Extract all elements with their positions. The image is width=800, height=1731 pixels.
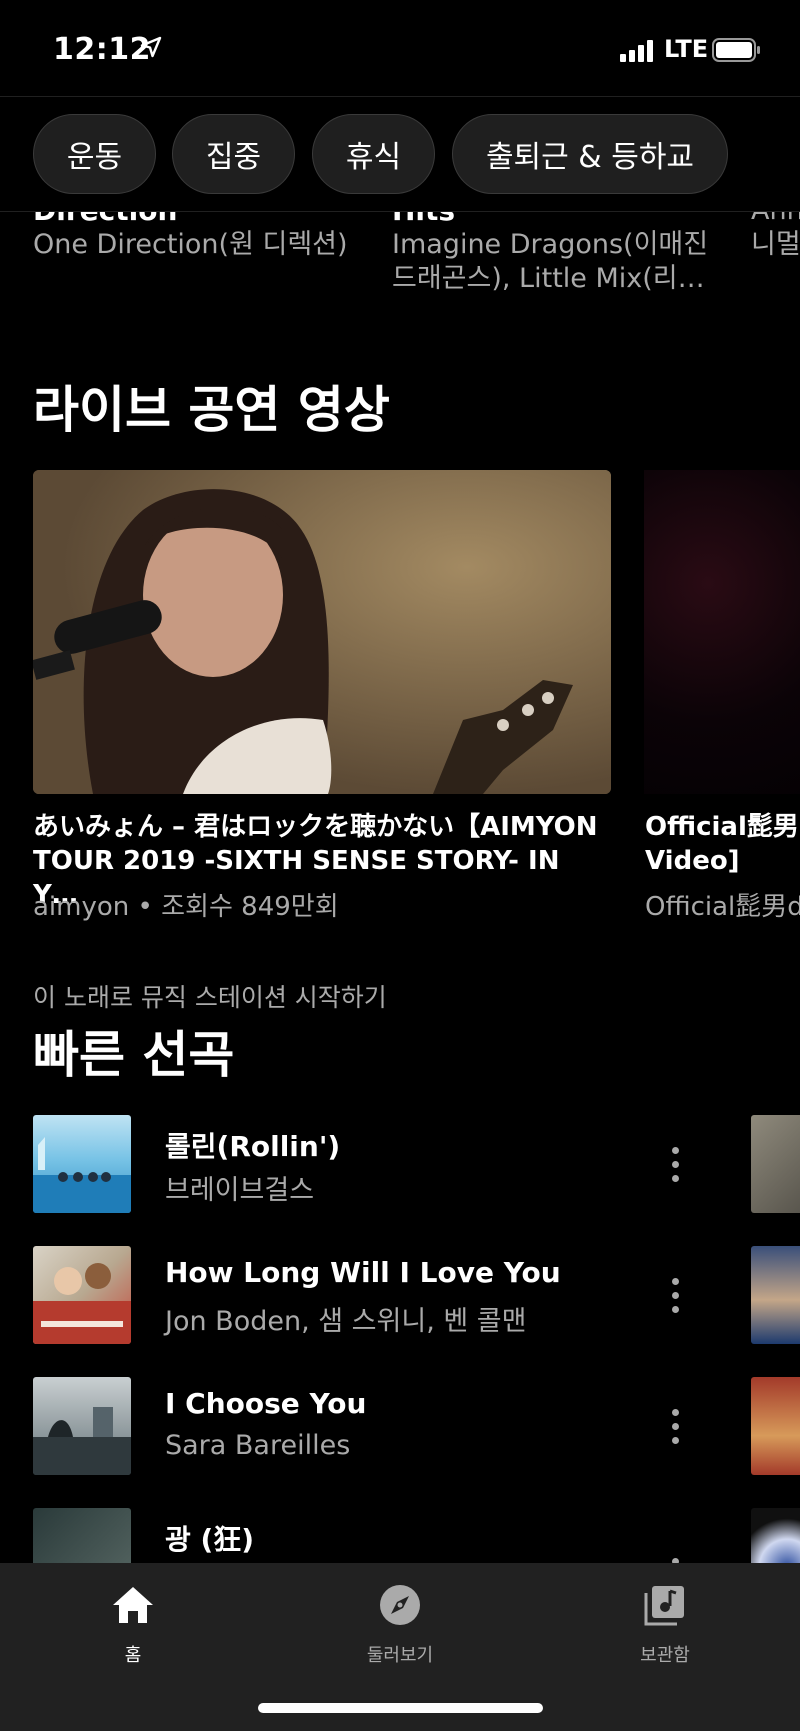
separator-dot: • — [137, 892, 162, 922]
performer-image — [33, 470, 611, 794]
chip-relax[interactable]: 휴식 — [312, 114, 435, 194]
chip-commute[interactable]: 출퇴근 & 등하교 — [452, 114, 728, 194]
album-art-image — [33, 1407, 131, 1475]
more-options-icon[interactable] — [660, 1135, 690, 1195]
section-subtitle: 이 노래로 뮤직 스테이션 시작하기 — [33, 983, 387, 1012]
card-subtitle: One Direction(원 디렉션) — [33, 229, 348, 260]
section-title-quick-picks: 빠른 선곡 — [33, 1026, 235, 1084]
song-artist: 브레이브걸스 — [165, 1175, 315, 1206]
video-title-line: あいみょん – 君はロックを聴かない【AIMYON — [33, 812, 598, 842]
video-title-line: Official髭男 — [645, 812, 799, 842]
song-row[interactable]: I Choose You Sara Bareilles — [0, 1377, 800, 1477]
more-options-icon[interactable] — [660, 1266, 690, 1326]
song-title: I Choose You — [165, 1387, 367, 1420]
status-bar: 12:12 LTE — [0, 0, 800, 96]
previous-shelf-cards: Direction One Direction(원 디렉션) Hits Imag… — [0, 200, 800, 320]
video-meta: Official髭男d — [645, 892, 800, 922]
album-art — [33, 1115, 131, 1213]
video-thumbnail[interactable] — [33, 470, 611, 794]
video-title-line: Video] — [645, 846, 740, 876]
library-icon — [644, 1586, 684, 1626]
song-title: How Long Will I Love You — [165, 1256, 561, 1289]
song-title: 광 (狂) — [165, 1523, 255, 1556]
album-art[interactable] — [751, 1377, 800, 1475]
song-artist: Jon Boden, 샘 스위니, 벤 콜맨 — [165, 1306, 527, 1337]
album-art[interactable] — [751, 1246, 800, 1344]
location-arrow-icon — [140, 36, 162, 58]
compass-icon — [380, 1585, 420, 1625]
nav-explore[interactable]: 둘러보기 — [330, 1573, 470, 1673]
card-subtitle: 니멀 — [751, 229, 800, 260]
network-type: LTE — [664, 35, 709, 63]
album-art-image — [33, 1263, 131, 1344]
nav-label: 보관함 — [640, 1645, 690, 1666]
nav-label: 홈 — [124, 1645, 142, 1666]
section-title-live: 라이브 공연 영상 — [33, 381, 390, 439]
video-meta: aimyon • 조회수 849만회 — [33, 886, 339, 923]
channel-name[interactable]: aimyon — [33, 892, 129, 922]
chip-workout[interactable]: 운동 — [33, 114, 156, 194]
album-art — [33, 1377, 131, 1475]
nav-library[interactable]: 보관함 — [595, 1573, 735, 1673]
song-title: 롤린(Rollin') — [165, 1130, 341, 1163]
nav-label: 둘러보기 — [366, 1645, 434, 1666]
card-subtitle: 드래곤스), Little Mix(리… — [392, 263, 705, 294]
album-art-image — [33, 1137, 131, 1213]
nav-home[interactable]: 홈 — [63, 1573, 203, 1673]
home-icon — [113, 1587, 153, 1623]
album-art — [33, 1246, 131, 1344]
more-options-icon[interactable] — [660, 1397, 690, 1457]
video-thumbnail[interactable] — [644, 470, 800, 794]
card-subtitle: Imagine Dragons(이매진 — [392, 229, 709, 260]
playlist-card[interactable]: Hits Imagine Dragons(이매진 드래곤스), Little M… — [392, 200, 712, 296]
chip-focus[interactable]: 집중 — [172, 114, 295, 194]
video-title[interactable]: Official髭男 Video] — [645, 810, 800, 878]
song-row[interactable]: 롤린(Rollin') 브레이브걸스 — [0, 1115, 800, 1215]
battery-icon — [712, 38, 760, 62]
home-indicator[interactable] — [258, 1703, 543, 1713]
album-art[interactable] — [751, 1115, 800, 1213]
cellular-signal-icon — [620, 40, 653, 62]
song-artist: Sara Bareilles — [165, 1430, 351, 1461]
mood-chips-bar: 운동 집중 휴식 출퇴근 & 등하교 — [0, 96, 800, 212]
song-row[interactable]: How Long Will I Love You Jon Boden, 샘 스위… — [0, 1246, 800, 1346]
clock: 12:12 — [53, 32, 151, 67]
view-count: 조회수 849만회 — [161, 892, 339, 922]
